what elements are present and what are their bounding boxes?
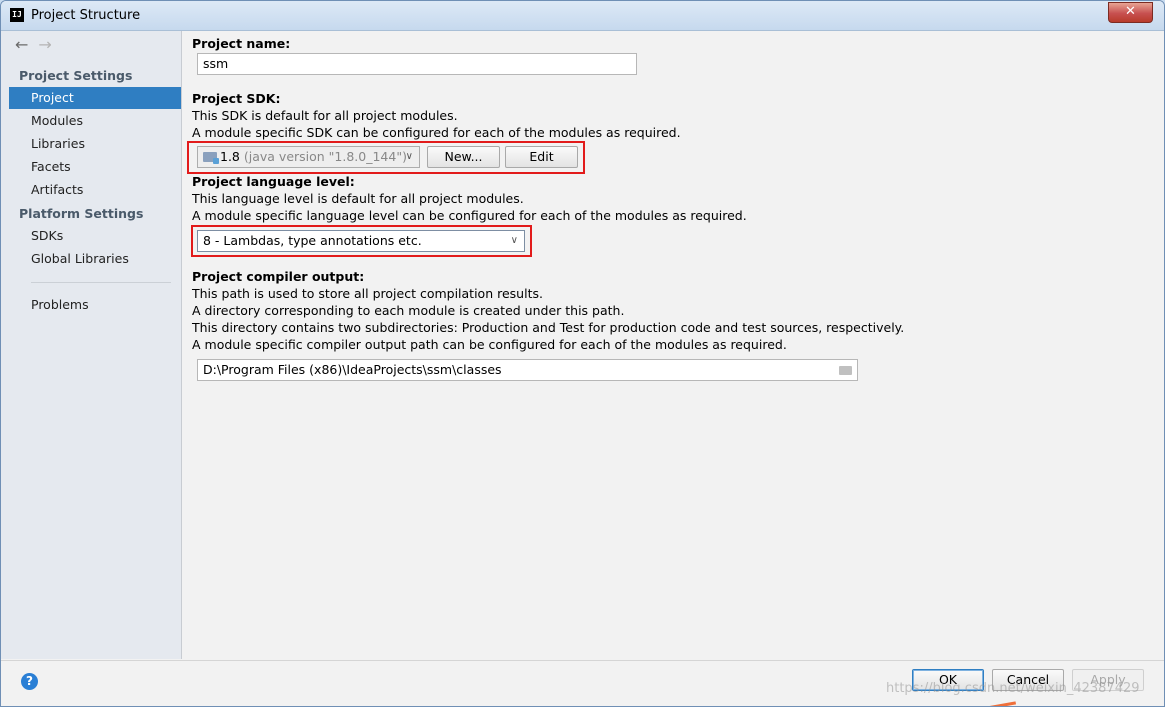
language-level-dropdown[interactable]: 8 - Lambdas, type annotations etc. ∨: [197, 230, 525, 252]
back-arrow-icon[interactable]: ←: [15, 35, 28, 54]
compiler-output-desc-3: This directory contains two subdirectori…: [192, 320, 905, 335]
sdk-version-detail: (java version "1.8.0_144"): [243, 149, 407, 164]
sidebar-item-libraries[interactable]: Libraries: [9, 133, 181, 155]
browse-folder-icon[interactable]: [839, 366, 852, 375]
sidebar-item-problems[interactable]: Problems: [9, 294, 181, 316]
settings-sidebar: ← → Project Settings Project Modules Libr…: [1, 31, 182, 659]
project-settings-header: Project Settings: [19, 68, 133, 83]
compiler-output-desc-4: A module specific compiler output path c…: [192, 337, 787, 352]
watermark-text: https://blog.csdn.net/weixin_42387429: [886, 681, 1140, 696]
language-level-value: 8 - Lambdas, type annotations etc.: [203, 233, 422, 248]
chevron-down-icon: ∨: [405, 151, 413, 162]
compiler-output-desc-2: A directory corresponding to each module…: [192, 303, 625, 318]
sidebar-item-artifacts[interactable]: Artifacts: [9, 179, 181, 201]
sidebar-item-sdks[interactable]: SDKs: [9, 225, 181, 247]
sdk-folder-icon: [203, 152, 219, 164]
chevron-down-icon: ∨: [510, 235, 518, 246]
sidebar-item-facets[interactable]: Facets: [9, 156, 181, 178]
language-level-label: Project language level:: [192, 174, 355, 189]
compiler-output-path: D:\Program Files (x86)\IdeaProjects\ssm\…: [203, 362, 502, 377]
sdk-edit-button[interactable]: Edit: [505, 146, 578, 168]
title-bar: IJ Project Structure ✕: [1, 1, 1164, 31]
project-sdk-desc-2: A module specific SDK can be configured …: [192, 125, 681, 140]
project-name-label: Project name:: [192, 36, 291, 51]
close-button[interactable]: ✕: [1108, 2, 1153, 23]
nav-arrows: ← →: [15, 35, 62, 54]
sidebar-item-project[interactable]: Project: [9, 87, 181, 109]
sdk-new-button[interactable]: New...: [427, 146, 500, 168]
language-level-desc-1: This language level is default for all p…: [192, 191, 524, 206]
sidebar-item-global-libraries[interactable]: Global Libraries: [9, 248, 181, 270]
platform-settings-header: Platform Settings: [19, 206, 144, 221]
window-title: Project Structure: [31, 8, 141, 23]
project-sdk-desc-1: This SDK is default for all project modu…: [192, 108, 458, 123]
project-sdk-label: Project SDK:: [192, 91, 281, 106]
compiler-output-desc-1: This path is used to store all project c…: [192, 286, 543, 301]
forward-arrow-icon[interactable]: →: [38, 35, 51, 54]
project-settings-panel: Project name: ssm Project SDK: This SDK …: [182, 31, 1164, 659]
compiler-output-path-input[interactable]: D:\Program Files (x86)\IdeaProjects\ssm\…: [197, 359, 858, 381]
project-structure-dialog: IJ Project Structure ✕ ← → Project Settin…: [0, 0, 1165, 707]
intellij-app-icon: IJ: [10, 8, 24, 22]
compiler-output-label: Project compiler output:: [192, 269, 365, 284]
sidebar-divider: [31, 282, 171, 283]
language-level-desc-2: A module specific language level can be …: [192, 208, 747, 223]
project-sdk-dropdown[interactable]: 1.8 (java version "1.8.0_144") ∨: [197, 146, 420, 168]
sidebar-item-modules[interactable]: Modules: [9, 110, 181, 132]
project-name-input[interactable]: ssm: [197, 53, 637, 75]
sdk-version: 1.8: [220, 149, 240, 164]
dialog-footer: ? OK Cancel Apply https://blog.csdn.net/…: [1, 660, 1164, 706]
help-icon[interactable]: ?: [21, 673, 38, 690]
annotation-stroke: [985, 701, 1017, 706]
